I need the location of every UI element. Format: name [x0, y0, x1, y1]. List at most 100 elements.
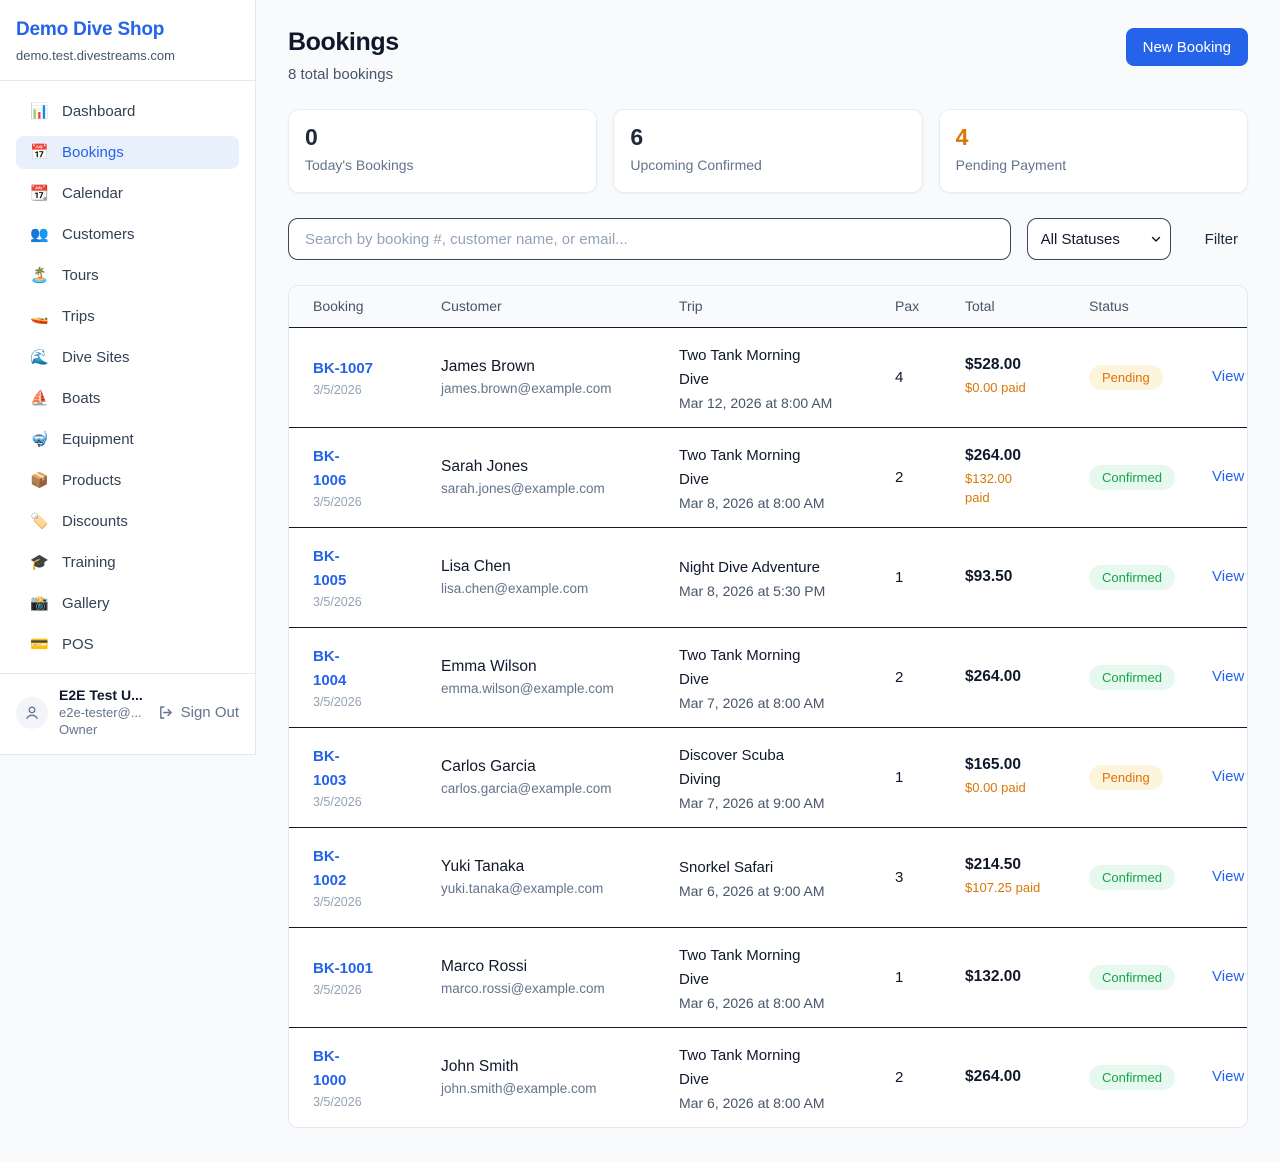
sidebar-nav-item[interactable]: 📸 Gallery: [16, 587, 239, 620]
sidebar-nav-item[interactable]: ⛵ Boats: [16, 382, 239, 415]
nav-item-icon: 🏷️: [30, 514, 49, 529]
booking-row: BK- 1006 3/5/2026 Sarah Jones sarah.jone…: [289, 427, 1247, 527]
booking-number-link[interactable]: BK-1001: [313, 957, 409, 981]
view-link[interactable]: View: [1212, 468, 1244, 485]
sidebar-nav-item[interactable]: 📅 Bookings: [16, 136, 239, 169]
sidebar-nav-item[interactable]: 📦 Products: [16, 464, 239, 497]
actions-cell: View: [1196, 927, 1247, 1027]
nav-item-icon: 🚤: [30, 309, 49, 324]
sidebar-nav-item[interactable]: 🏝️ Tours: [16, 259, 239, 292]
customer-name: John Smith: [441, 1058, 647, 1076]
booking-number-link[interactable]: BK- 1002: [313, 845, 409, 893]
nav-item-icon: 📊: [30, 104, 49, 119]
customer-name: Sarah Jones: [441, 458, 647, 476]
view-link[interactable]: View: [1212, 568, 1244, 585]
booking-date: 3/5/2026: [313, 895, 409, 909]
sidebar-nav-item[interactable]: 📊 Dashboard: [16, 95, 239, 128]
nav-item-label: Dive Sites: [62, 349, 130, 366]
nav-item-label: Calendar: [62, 185, 123, 202]
trip-cell: Snorkel Safari Mar 6, 2026 at 9:00 AM: [663, 827, 879, 927]
customer-cell: Carlos Garcia carlos.garcia@example.com: [425, 727, 663, 827]
booking-cell: BK- 1006 3/5/2026: [289, 427, 425, 527]
booking-date: 3/5/2026: [313, 595, 409, 609]
trip-datetime: Mar 6, 2026 at 8:00 AM: [679, 995, 863, 1011]
view-link[interactable]: View: [1212, 668, 1244, 685]
booking-number-link[interactable]: BK-1007: [313, 357, 409, 381]
sidebar-nav: 📊 Dashboard 📅 Bookings 📆 Calendar 👥 Cust…: [0, 81, 255, 673]
view-link[interactable]: View: [1212, 1068, 1244, 1085]
booking-number-link[interactable]: BK- 1004: [313, 645, 409, 693]
user-role: Owner: [59, 722, 146, 739]
search-input[interactable]: [288, 218, 1011, 260]
column-header-customer: Customer: [425, 286, 663, 327]
column-header-pax: Pax: [879, 286, 949, 327]
booking-number-link[interactable]: BK- 1006: [313, 445, 409, 493]
nav-item-icon: 🏝️: [30, 268, 49, 283]
sidebar-nav-item[interactable]: 🌊 Dive Sites: [16, 341, 239, 374]
actions-cell: View: [1196, 327, 1247, 427]
stat-value: 0: [305, 124, 580, 151]
trip-name: Two Tank Morning Dive: [679, 644, 863, 692]
sidebar-nav-item[interactable]: 🏷️ Discounts: [16, 505, 239, 538]
nav-item-label: Equipment: [62, 431, 134, 448]
filter-button[interactable]: Filter: [1195, 231, 1248, 248]
paid-amount: $107.25 paid: [965, 879, 1057, 897]
paid-amount: $0.00 paid: [965, 379, 1057, 397]
status-cell: Pending: [1073, 727, 1196, 827]
nav-item-label: Customers: [62, 226, 135, 243]
actions-cell: View: [1196, 627, 1247, 727]
customer-cell: Marco Rossi marco.rossi@example.com: [425, 927, 663, 1027]
customer-cell: Sarah Jones sarah.jones@example.com: [425, 427, 663, 527]
customer-cell: Emma Wilson emma.wilson@example.com: [425, 627, 663, 727]
status-badge: Confirmed: [1089, 1065, 1175, 1090]
pax-cell: 1: [879, 727, 949, 827]
sidebar-nav-item[interactable]: 👥 Customers: [16, 218, 239, 251]
customer-name: Carlos Garcia: [441, 758, 647, 776]
booking-date: 3/5/2026: [313, 1095, 409, 1109]
sidebar-nav-item[interactable]: 🎓 Training: [16, 546, 239, 579]
trip-name: Two Tank Morning Dive: [679, 344, 863, 392]
status-filter: All Statuses: [1027, 218, 1171, 260]
view-link[interactable]: View: [1212, 968, 1244, 985]
nav-item-label: Discounts: [62, 513, 128, 530]
nav-item-icon: 💳: [30, 637, 49, 652]
customer-email: emma.wilson@example.com: [441, 681, 647, 696]
nav-item-icon: 🎓: [30, 555, 49, 570]
trip-datetime: Mar 7, 2026 at 8:00 AM: [679, 695, 863, 711]
sidebar-nav-item[interactable]: 💳 POS: [16, 628, 239, 661]
view-link[interactable]: View: [1212, 368, 1244, 385]
total-cell: $264.00: [949, 627, 1073, 727]
booking-date: 3/5/2026: [313, 795, 409, 809]
sign-out-button[interactable]: Sign Out: [157, 704, 239, 721]
customer-name: Marco Rossi: [441, 958, 647, 976]
pax-cell: 1: [879, 527, 949, 627]
booking-date: 3/5/2026: [313, 983, 409, 997]
customer-cell: James Brown james.brown@example.com: [425, 327, 663, 427]
total-cell: $528.00 $0.00 paid: [949, 327, 1073, 427]
nav-item-label: Dashboard: [62, 103, 135, 120]
main-content: Bookings 8 total bookings New Booking 0 …: [256, 0, 1280, 1158]
customer-email: marco.rossi@example.com: [441, 981, 647, 996]
booking-number-link[interactable]: BK- 1000: [313, 1045, 409, 1093]
status-select[interactable]: All Statuses: [1027, 218, 1171, 260]
status-badge: Confirmed: [1089, 565, 1175, 590]
view-link[interactable]: View: [1212, 768, 1244, 785]
sidebar-nav-item[interactable]: 📆 Calendar: [16, 177, 239, 210]
nav-item-icon: 📆: [30, 186, 49, 201]
booking-row: BK-1007 3/5/2026 James Brown james.brown…: [289, 327, 1247, 427]
nav-item-icon: 👥: [30, 227, 49, 242]
customer-email: sarah.jones@example.com: [441, 481, 647, 496]
booking-number-link[interactable]: BK- 1003: [313, 745, 409, 793]
trip-name: Snorkel Safari: [679, 856, 863, 880]
stat-label: Today's Bookings: [305, 157, 580, 173]
sidebar-nav-item[interactable]: 🚤 Trips: [16, 300, 239, 333]
view-link[interactable]: View: [1212, 868, 1244, 885]
new-booking-button[interactable]: New Booking: [1126, 28, 1248, 66]
page-subtitle: 8 total bookings: [288, 66, 399, 83]
nav-item-icon: 🌊: [30, 350, 49, 365]
trip-datetime: Mar 7, 2026 at 9:00 AM: [679, 795, 863, 811]
nav-item-label: Tours: [62, 267, 99, 284]
booking-number-link[interactable]: BK- 1005: [313, 545, 409, 593]
sidebar-nav-item[interactable]: 🤿 Equipment: [16, 423, 239, 456]
actions-cell: View: [1196, 1027, 1247, 1127]
